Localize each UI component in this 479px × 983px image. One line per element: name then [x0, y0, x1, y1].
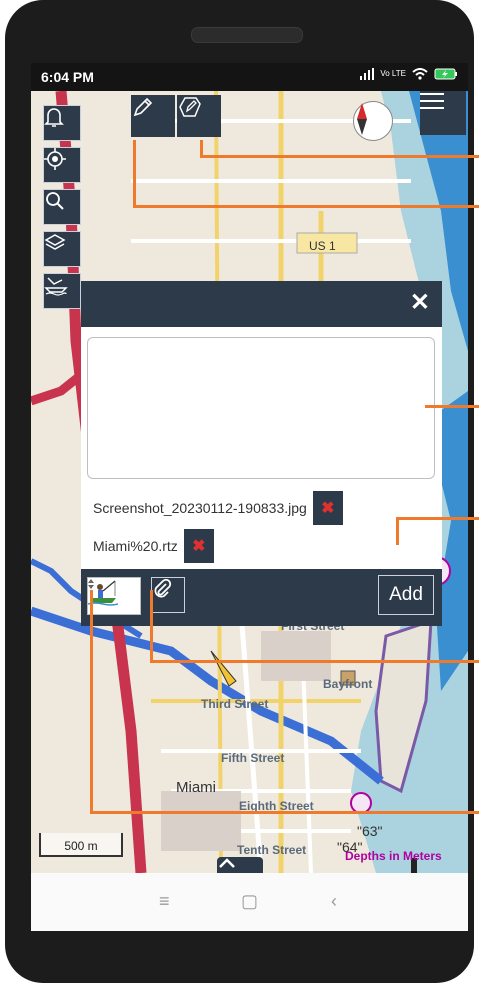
status-time: 6:04 PM [41, 69, 94, 85]
callout-line [425, 405, 479, 408]
pencil-icon [133, 97, 153, 117]
callout-line [200, 155, 479, 158]
bell-icon [44, 108, 64, 127]
phone-frame: 6:04 PM Vo LTE US 1 First Street Third S… [5, 0, 474, 983]
status-bar: 6:04 PM Vo LTE [31, 63, 468, 91]
recent-apps-button[interactable]: ≡ [159, 891, 170, 912]
attachment-item: Screenshot_20230112-190833.jpg ✖ [93, 491, 343, 525]
map-label-fifth-street: Fifth Street [221, 751, 285, 765]
compass[interactable] [353, 101, 393, 141]
scale-label: 500 m [64, 839, 98, 853]
callout-line [150, 660, 479, 663]
phone-speaker [191, 27, 303, 43]
compass-icon [357, 103, 367, 135]
callout-line [90, 811, 479, 814]
remove-attachment-button[interactable]: ✖ [312, 491, 343, 525]
attachment-item: Miami%20.rtz ✖ [93, 529, 214, 563]
wifi-icon [412, 68, 428, 80]
callout-line [150, 590, 153, 662]
back-button[interactable]: ‹ [331, 891, 337, 912]
home-button[interactable]: ▢ [241, 891, 258, 912]
map-label-us1: US 1 [309, 239, 336, 253]
signal-icon [360, 68, 375, 80]
map-label-third-street: Third Street [201, 697, 269, 711]
layers-button[interactable] [43, 231, 81, 267]
add-button[interactable]: Add [378, 575, 434, 615]
note-textarea[interactable] [87, 337, 435, 479]
paperclip-icon [154, 578, 172, 598]
callout-line [133, 205, 479, 208]
locate-button[interactable] [43, 147, 81, 183]
map-scale: 500 m [39, 833, 123, 857]
expand-bottom-button[interactable] [217, 857, 263, 873]
chevron-up-icon [219, 858, 235, 868]
dialog-footer: Add [81, 569, 442, 626]
note-dialog: ✕ Screenshot_20230112-190833.jpg ✖ Miami… [81, 281, 442, 626]
status-icons: Vo LTE [360, 68, 458, 80]
callout-line [396, 517, 399, 545]
layers-icon [44, 234, 66, 250]
callout-line [396, 517, 479, 520]
select-arrows-icon [88, 579, 94, 589]
callout-line [90, 590, 93, 813]
attachment-name: Screenshot_20230112-190833.jpg [93, 500, 307, 516]
edit-note-button[interactable] [177, 95, 221, 137]
search-icon [46, 192, 64, 210]
phone-screen: 6:04 PM Vo LTE US 1 First Street Third S… [31, 63, 468, 931]
search-button[interactable] [43, 189, 81, 225]
hamburger-menu-icon [420, 93, 444, 109]
map-label-tenth-street: Tenth Street [237, 843, 307, 857]
boat-ramp-icon [44, 277, 68, 296]
dialog-header: ✕ [81, 281, 442, 327]
attach-button[interactable] [151, 577, 185, 613]
remove-icon: ✖ [192, 538, 206, 555]
edit-note-icon [179, 97, 201, 117]
remove-icon: ✖ [321, 500, 335, 517]
attachment-name: Miami%20.rtz [93, 538, 178, 554]
map-label-bayfront: Bayfront [323, 677, 373, 691]
draw-button[interactable] [131, 95, 175, 137]
menu-button[interactable] [420, 91, 466, 135]
callout-line [200, 140, 203, 157]
callout-line [133, 140, 136, 207]
locate-icon [44, 148, 66, 170]
system-nav-bar: ≡ ▢ ‹ [31, 873, 468, 931]
map-label-depth-63: "63" [357, 823, 383, 839]
battery-charging-icon [434, 68, 457, 80]
map-label-miami: Miami [176, 779, 216, 796]
notifications-button[interactable] [43, 105, 81, 141]
map-view[interactable]: US 1 First Street Third Street Bayfront … [31, 91, 468, 873]
network-label: Vo LTE [380, 69, 406, 78]
category-select[interactable] [87, 577, 141, 615]
close-button[interactable]: ✕ [410, 290, 430, 316]
remove-attachment-button[interactable]: ✖ [183, 529, 214, 563]
boat-ramp-button[interactable] [43, 273, 81, 309]
depths-label: Depths in Meters [345, 849, 442, 863]
